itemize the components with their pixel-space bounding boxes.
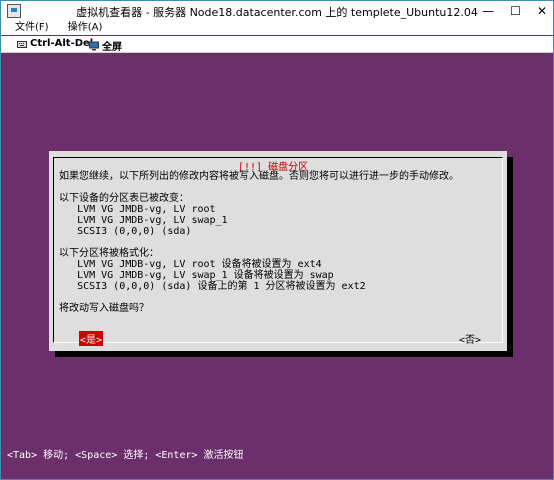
keyboard-icon: [17, 39, 27, 49]
window-title: 虚拟机查看器 - 服务器 Node18.datacenter.com 上的 te…: [76, 6, 478, 19]
close-button[interactable]: ✕: [537, 5, 547, 17]
no-button[interactable]: <否>: [459, 331, 481, 346]
menu-action[interactable]: 操作(A): [68, 21, 103, 35]
partition-dialog: [!!] 磁盘分区 如果您继续，以下所列出的修改内容将被写入磁盘。否则您将可以进…: [49, 151, 507, 351]
format-item: LVM VG JMDB-vg, LV swap_1 设备将被设置为 swap: [77, 270, 334, 281]
partition-table-item: LVM VG JMDB-vg, LV swap_1: [77, 215, 228, 226]
vm-console[interactable]: [!!] 磁盘分区 如果您继续，以下所列出的修改内容将被写入磁盘。否则您将可以进…: [7, 55, 549, 475]
maximize-button[interactable]: ☐: [510, 5, 521, 17]
format-heading: 以下分区将被格式化：: [59, 248, 159, 259]
write-question: 将改动写入磁盘吗？: [59, 303, 149, 314]
partition-table-item: SCSI3 (0,0,0) (sda): [77, 226, 192, 237]
fullscreen-label: 全屏: [102, 42, 122, 53]
format-item: SCSI3 (0,0,0) (sda) 设备上的第 1 分区将被设置为 ext2: [77, 281, 366, 292]
dialog-content: 如果您继续，以下所列出的修改内容将被写入磁盘。否则您将可以进行进一步的手动修改。…: [59, 171, 497, 314]
format-item: LVM VG JMDB-vg, LV root 设备将被设置为 ext4: [77, 259, 322, 270]
ctrl-alt-del-label: Ctrl-Alt-Del: [30, 38, 94, 49]
minimize-button[interactable]: —: [482, 5, 494, 17]
menu-file[interactable]: 文件(F): [15, 21, 49, 35]
yes-button[interactable]: <是>: [79, 331, 104, 346]
vm-viewer-window: 虚拟机查看器 - 服务器 Node18.datacenter.com 上的 te…: [0, 0, 554, 480]
menu-bar: 文件(F) 操作(A): [1, 21, 553, 35]
fullscreen-button[interactable]: 全屏: [89, 38, 122, 53]
partition-tables-heading: 以下设备的分区表已被改变：: [59, 193, 189, 204]
dialog-intro: 如果您继续，以下所列出的修改内容将被写入磁盘。否则您将可以进行进一步的手动修改。: [59, 171, 459, 182]
window-controls: — ☐ ✕: [482, 5, 547, 17]
title-bar[interactable]: 虚拟机查看器 - 服务器 Node18.datacenter.com 上的 te…: [1, 1, 553, 22]
partition-table-item: LVM VG JMDB-vg, LV root: [77, 204, 216, 215]
status-bar-hint: <Tab> 移动; <Space> 选择; <Enter> 激活按钮: [7, 450, 244, 461]
ctrl-alt-del-button[interactable]: Ctrl-Alt-Del: [17, 38, 93, 49]
toolbar: Ctrl-Alt-Del 全屏: [1, 36, 553, 53]
monitor-icon: [89, 41, 99, 51]
